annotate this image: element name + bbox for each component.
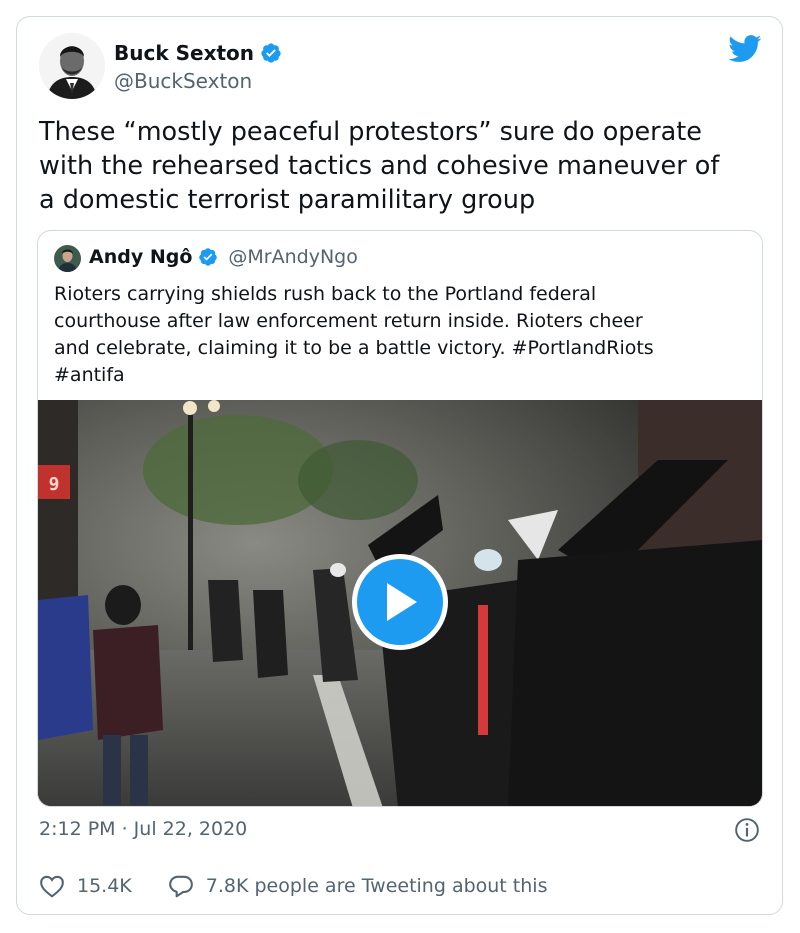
reply-bubble-icon [168, 875, 193, 898]
like-count: 15.4K [77, 875, 132, 897]
verified-badge-icon [261, 43, 281, 63]
quoted-handle[interactable]: @MrAndyNgo [228, 246, 357, 268]
tweet-text: These “mostly peaceful protestors” sure … [39, 117, 720, 215]
tweet-embed-card: Buck Sexton @BuckSexton These “mostly pe… [16, 16, 783, 915]
avatar-image [39, 33, 105, 99]
quoted-video[interactable]: 9 [38, 400, 762, 806]
conversation-text: 7.8K people are Tweeting about this [205, 875, 548, 897]
conversation-action[interactable]: 7.8K people are Tweeting about this [168, 874, 548, 898]
info-icon[interactable] [734, 817, 760, 843]
author-avatar[interactable] [39, 33, 105, 99]
author-display-name[interactable]: Buck Sexton [114, 41, 254, 65]
video-sign-text: 9 [49, 474, 60, 495]
quoted-avatar-image [54, 245, 81, 272]
quoted-author-avatar[interactable] [54, 245, 81, 272]
quoted-verified-badge-icon [199, 248, 218, 266]
like-action[interactable]: 15.4K [39, 874, 132, 898]
tweet-timestamp[interactable]: 2:12 PM · Jul 22, 2020 [39, 818, 247, 840]
quoted-display-name[interactable]: Andy Ngô [89, 246, 192, 268]
quoted-tweet-text: Rioters carrying shields rush back to th… [54, 283, 654, 386]
quoted-tweet[interactable]: Andy Ngô @MrAndyNgo Rioters carrying shi… [37, 230, 763, 807]
heart-icon [40, 875, 64, 898]
twitter-bird-icon[interactable] [728, 35, 762, 63]
tweet-actions: 15.4K 7.8K people are Tweeting about thi… [39, 874, 547, 898]
author-handle[interactable]: @BuckSexton [114, 69, 252, 93]
play-icon [387, 583, 417, 621]
play-button[interactable] [352, 554, 448, 650]
